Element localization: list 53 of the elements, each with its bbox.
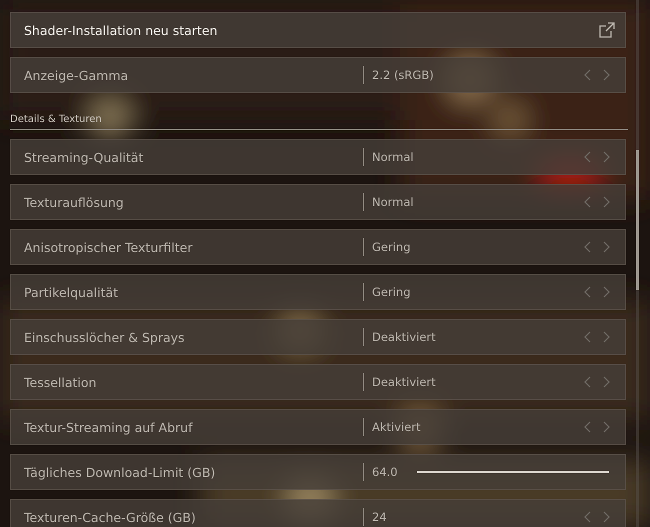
setting-value: 24 <box>372 510 388 524</box>
setting-value: Gering <box>372 240 412 254</box>
setting-row[interactable]: Shader-Installation neu starten <box>10 12 626 48</box>
setting-label: Texturen-Cache-Größe (GB) <box>24 510 197 524</box>
setting-value: 2.2 (sRGB) <box>372 68 435 82</box>
chevron-right-icon <box>602 331 610 343</box>
setting-row[interactable]: Partikelqualität Gering <box>10 274 626 310</box>
setting-label: Einschusslöcher & Sprays <box>24 330 186 344</box>
scrollbar[interactable] <box>636 0 639 527</box>
chevron-left-icon <box>584 196 592 208</box>
setting-label: Anzeige-Gamma <box>24 68 130 82</box>
setting-value: Deaktiviert <box>372 330 437 344</box>
chevron-left-icon <box>584 331 592 343</box>
external-link-icon <box>599 22 615 38</box>
setting-value: Aktiviert <box>372 420 422 434</box>
chevron-left-icon <box>584 286 592 298</box>
chevron-left-icon <box>584 69 592 81</box>
chevron-left-icon <box>584 241 592 253</box>
chevron-right-icon <box>602 421 610 433</box>
chevron-left-icon <box>584 511 592 523</box>
setting-row[interactable]: Einschusslöcher & Sprays Deaktiviert <box>10 319 626 355</box>
setting-row[interactable]: Texturen-Cache-Größe (GB) 24 <box>10 499 626 527</box>
chevron-right-icon <box>602 376 610 388</box>
setting-label: Tägliches Download-Limit (GB) <box>24 464 216 480</box>
setting-row[interactable]: Streaming-Qualität Normal <box>10 139 626 175</box>
setting-row[interactable]: Textur-Streaming auf Abruf Aktiviert <box>10 409 626 445</box>
setting-label: Streaming-Qualität <box>24 150 144 164</box>
setting-value: Normal <box>372 195 415 209</box>
setting-label: Partikelqualität <box>24 284 120 300</box>
setting-value: 64.0 <box>372 465 399 479</box>
chevron-right-icon <box>602 241 610 253</box>
setting-row[interactable]: Tessellation Deaktiviert <box>10 364 626 400</box>
chevron-right-icon <box>602 69 610 81</box>
setting-row[interactable]: Texturauflösung Normal <box>10 184 626 220</box>
setting-label: Shader-Installation neu starten <box>24 22 218 38</box>
setting-row[interactable]: Anisotropischer Texturfilter Gering <box>10 229 626 265</box>
setting-row[interactable]: Anzeige-Gamma 2.2 (sRGB) <box>10 57 626 93</box>
setting-label: Textur-Streaming auf Abruf <box>24 420 194 434</box>
setting-label: Texturauflösung <box>24 194 125 210</box>
setting-value: Deaktiviert <box>372 375 437 389</box>
setting-label: Anisotropischer Texturfilter <box>24 240 194 254</box>
section-heading: Details & Texturen <box>10 114 628 130</box>
setting-row[interactable]: Tägliches Download-Limit (GB) 64.0 <box>10 454 626 490</box>
chevron-right-icon <box>602 286 610 298</box>
setting-value: Normal <box>372 150 415 164</box>
chevron-left-icon <box>584 376 592 388</box>
chevron-right-icon <box>602 151 610 163</box>
setting-label: Tessellation <box>24 374 98 390</box>
setting-value: Gering <box>372 285 412 299</box>
chevron-left-icon <box>584 151 592 163</box>
chevron-right-icon <box>602 511 610 523</box>
chevron-right-icon <box>602 196 610 208</box>
chevron-left-icon <box>584 421 592 433</box>
